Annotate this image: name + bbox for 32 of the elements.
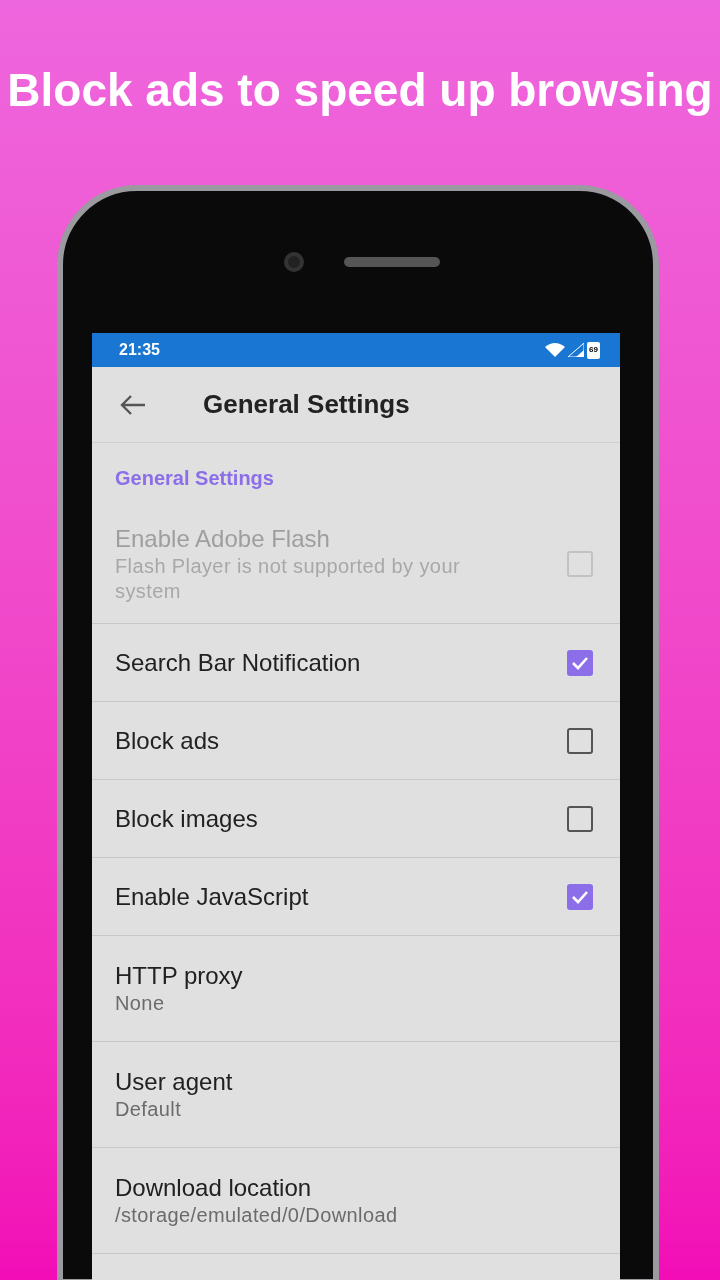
setting-title: Search Bar Notification <box>115 647 362 678</box>
back-arrow-icon[interactable] <box>120 393 146 416</box>
setting-summary: None <box>115 991 166 1016</box>
setting-summary: Default <box>115 1097 183 1122</box>
checkbox[interactable] <box>567 649 593 676</box>
category-header: General Settings <box>115 466 274 491</box>
status-time: 21:35 <box>119 340 160 360</box>
settings-row[interactable]: Block images <box>92 780 620 858</box>
settings-row[interactable]: Block ads <box>92 702 620 780</box>
setting-title: Block ads <box>115 725 221 756</box>
setting-title: Block images <box>115 803 259 834</box>
wifi-icon <box>545 343 565 357</box>
checkbox[interactable] <box>567 883 593 910</box>
setting-title: HTTP proxy <box>115 961 244 991</box>
app-bar-title: General Settings <box>203 388 410 421</box>
settings-row[interactable]: Search Bar Notification <box>92 624 620 702</box>
setting-title: Download location <box>115 1173 313 1203</box>
headline: Block ads to speed up browsing <box>7 63 713 118</box>
battery-icon: 69 <box>587 341 600 359</box>
setting-summary: /storage/emulated/0/Download <box>115 1203 399 1228</box>
settings-row[interactable]: User agent Default <box>92 1042 620 1148</box>
signal-icon <box>568 343 584 357</box>
settings-row[interactable]: Enable JavaScript <box>92 858 620 936</box>
checkbox[interactable] <box>567 727 593 754</box>
setting-summary: Flash Player is not supported by your system <box>115 554 461 604</box>
settings-row[interactable]: Download location /storage/emulated/0/Download <box>92 1148 620 1254</box>
checkbox[interactable] <box>567 805 593 832</box>
settings-row[interactable]: HTTP proxy None <box>92 936 620 1042</box>
setting-title: Enable JavaScript <box>115 881 310 912</box>
setting-title: User agent <box>115 1067 234 1097</box>
setting-title: Enable Adobe Flash <box>115 524 331 554</box>
camera-icon <box>284 252 304 272</box>
